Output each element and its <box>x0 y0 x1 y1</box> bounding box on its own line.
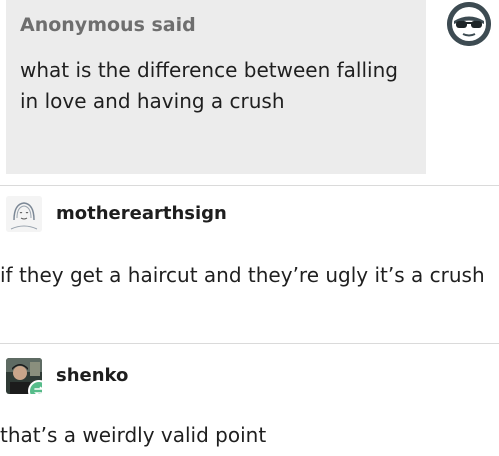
ask-asker-label[interactable]: Anonymous said <box>20 13 426 37</box>
reblog-icon <box>28 380 42 394</box>
anonymous-glasses-icon[interactable] <box>447 2 491 46</box>
reply-text: that’s a weirdly valid point <box>0 423 267 447</box>
post: Anonymous said what is the difference be… <box>0 0 499 456</box>
reply-text: if they get a haircut and they’re ugly i… <box>0 263 485 287</box>
sketched-face-avatar[interactable] <box>6 196 42 232</box>
reply-username[interactable]: shenko <box>56 364 128 388</box>
divider <box>0 343 499 344</box>
reply-header: motherearthsign <box>6 196 227 232</box>
reply-username[interactable]: motherearthsign <box>56 202 227 226</box>
divider <box>0 185 499 186</box>
ask-box: Anonymous said what is the difference be… <box>6 0 426 174</box>
reply-header: shenko <box>6 358 128 394</box>
ask-question-text: what is the difference between falling i… <box>20 58 398 113</box>
photo-avatar[interactable] <box>6 358 42 394</box>
